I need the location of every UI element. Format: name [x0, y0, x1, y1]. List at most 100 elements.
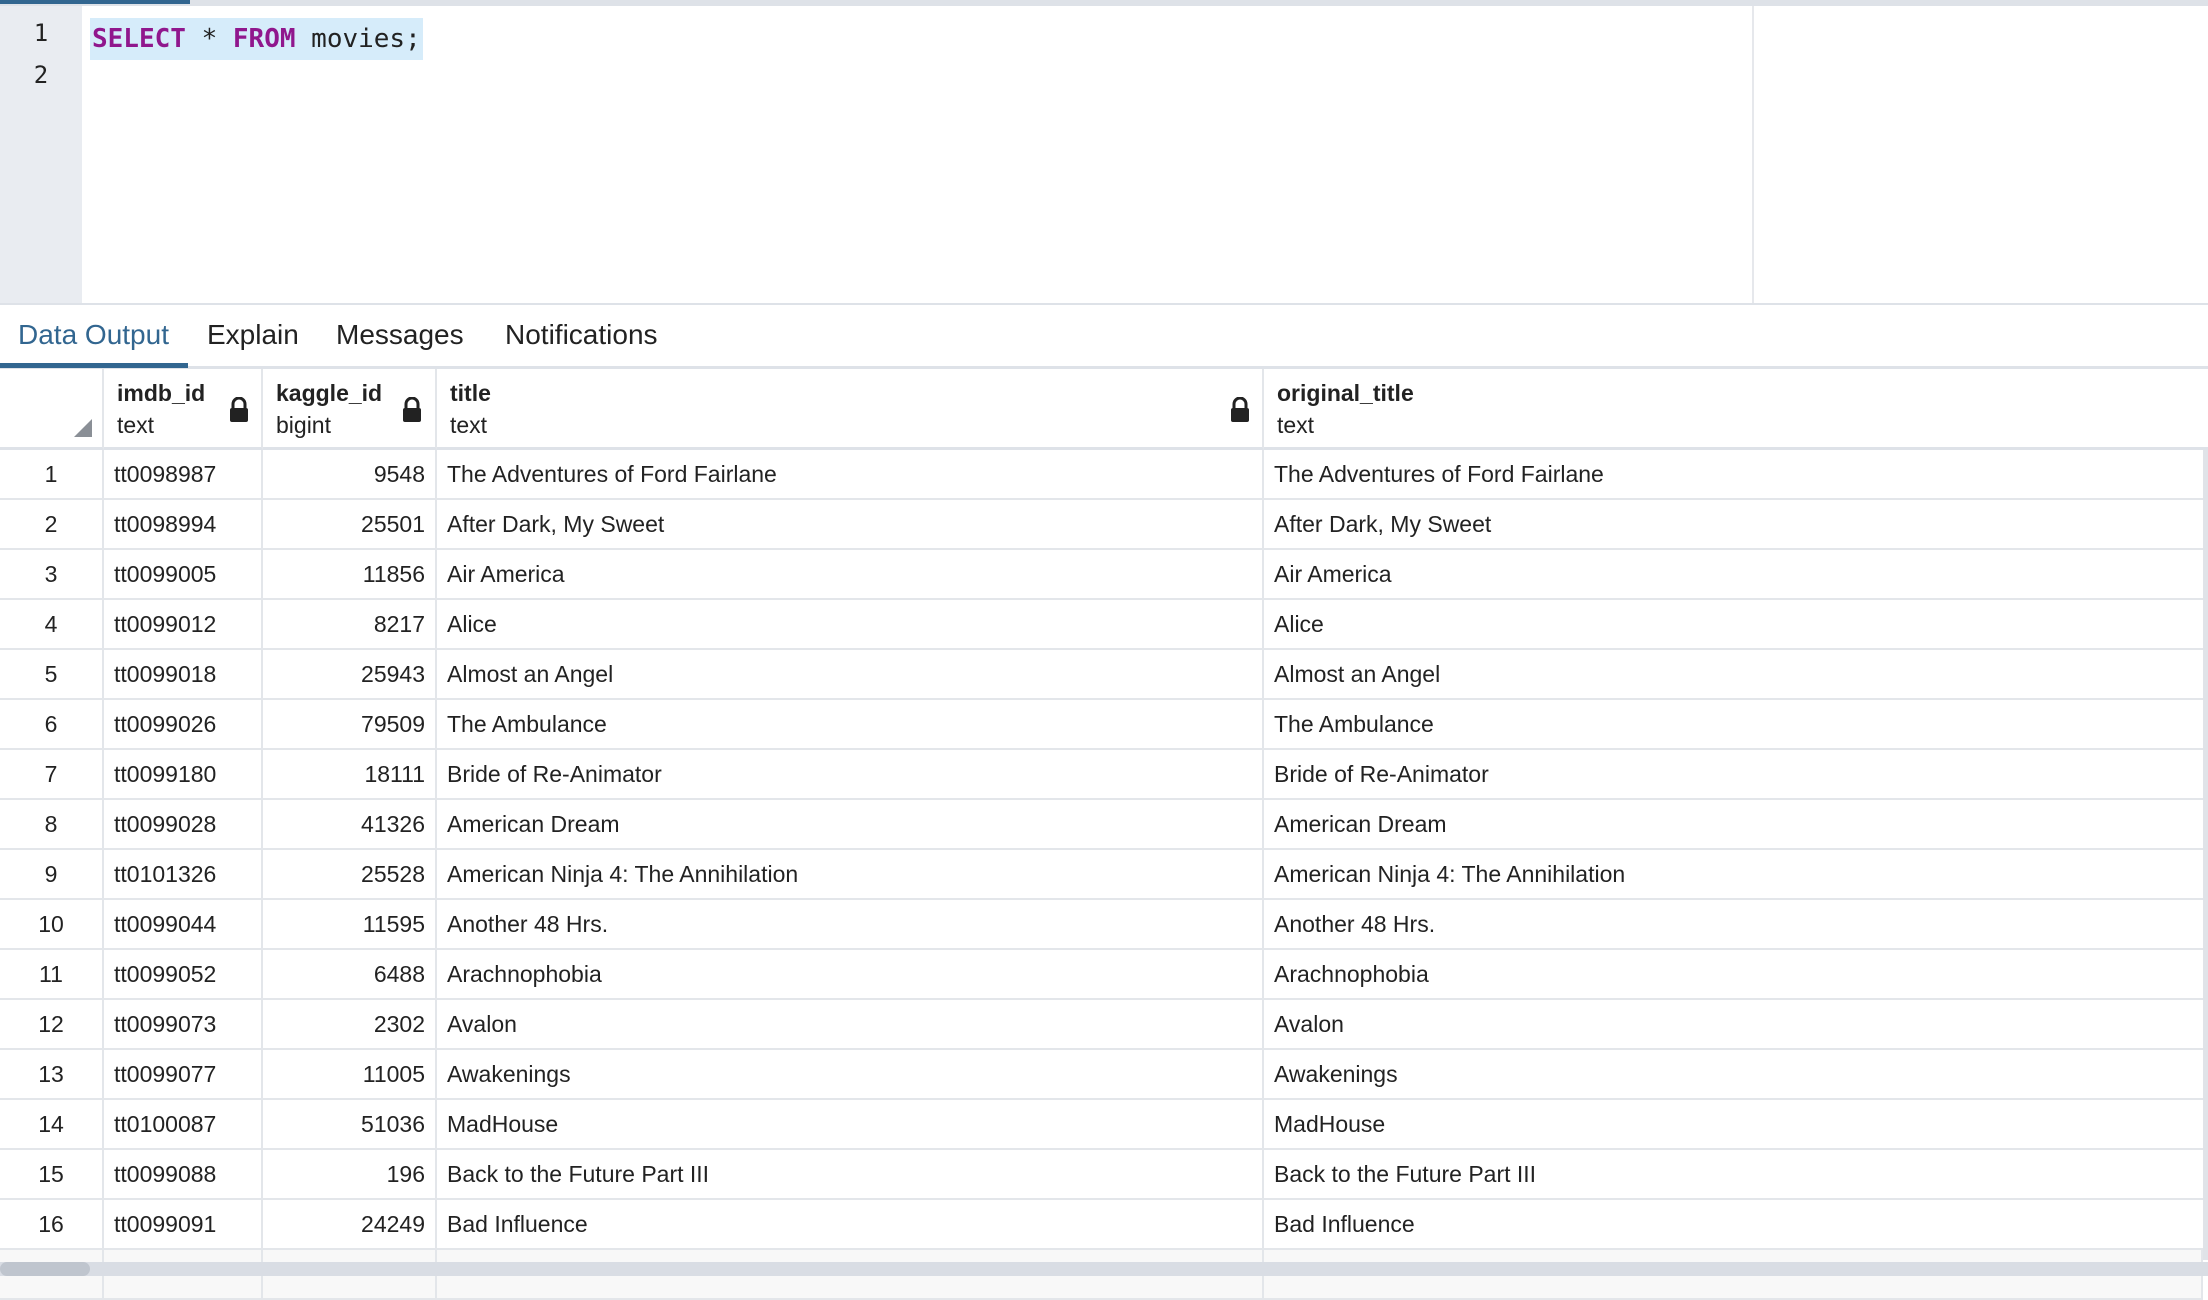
select-all-corner[interactable] — [0, 369, 104, 450]
row-number[interactable]: 4 — [0, 600, 104, 648]
row-number[interactable]: 2 — [0, 500, 104, 548]
table-row[interactable]: 14 tt0100087 51036 MadHouse MadHouse — [0, 1100, 2203, 1150]
cell-imdb-id[interactable]: tt0099005 — [104, 550, 263, 598]
row-number[interactable]: 14 — [0, 1100, 104, 1148]
column-header-imdb-id[interactable]: imdb_id text — [104, 369, 263, 450]
cell-original-title[interactable]: The Adventures of Ford Fairlane — [1264, 450, 2203, 498]
tab-notifications[interactable]: Notifications — [505, 319, 658, 351]
cell-imdb-id[interactable]: tt0099073 — [104, 1000, 263, 1048]
row-number[interactable]: 13 — [0, 1050, 104, 1098]
cell-original-title[interactable]: Alice — [1264, 600, 2203, 648]
cell-title[interactable]: Air America — [437, 550, 1264, 598]
table-row[interactable]: 16 tt0099091 24249 Bad Influence Bad Influen… — [0, 1200, 2203, 1250]
cell-original-title[interactable]: The Ambulance — [1264, 700, 2203, 748]
row-number[interactable]: 5 — [0, 650, 104, 698]
cell-imdb-id[interactable]: tt0101326 — [104, 850, 263, 898]
cell-title[interactable]: American Ninja 4: The Annihilation — [437, 850, 1264, 898]
cell-kaggle-id[interactable]: 25943 — [263, 650, 437, 698]
row-number[interactable]: 12 — [0, 1000, 104, 1048]
cell-kaggle-id[interactable]: 8217 — [263, 600, 437, 648]
row-number[interactable]: 6 — [0, 700, 104, 748]
cell-title[interactable]: Bride of Re-Animator — [437, 750, 1264, 798]
cell-original-title[interactable]: Bad Influence — [1264, 1200, 2203, 1248]
row-number[interactable]: 7 — [0, 750, 104, 798]
cell-title[interactable]: American Dream — [437, 800, 1264, 848]
cell-kaggle-id[interactable]: 25501 — [263, 500, 437, 548]
cell-imdb-id[interactable]: tt0099044 — [104, 900, 263, 948]
cell-original-title[interactable]: American Ninja 4: The Annihilation — [1264, 850, 2203, 898]
table-row[interactable]: 11 tt0099052 6488 Arachnophobia Arachnophobi… — [0, 950, 2203, 1000]
cell-title[interactable]: Arachnophobia — [437, 950, 1264, 998]
table-row[interactable]: 7 tt0099180 18111 Bride of Re-Animator Bride… — [0, 750, 2203, 800]
row-number[interactable]: 1 — [0, 450, 104, 498]
cell-original-title[interactable]: Awakenings — [1264, 1050, 2203, 1098]
cell-original-title[interactable]: Avalon — [1264, 1000, 2203, 1048]
cell-kaggle-id[interactable]: 9548 — [263, 450, 437, 498]
table-row[interactable]: 6 tt0099026 79509 The Ambulance The Ambulanc… — [0, 700, 2203, 750]
horizontal-scrollbar[interactable] — [0, 1262, 2208, 1276]
row-number[interactable]: 16 — [0, 1200, 104, 1248]
cell-imdb-id[interactable]: tt0099028 — [104, 800, 263, 848]
row-number[interactable]: 10 — [0, 900, 104, 948]
table-row[interactable]: 15 tt0099088 196 Back to the Future Part II… — [0, 1150, 2203, 1200]
row-number[interactable]: 11 — [0, 950, 104, 998]
cell-imdb-id[interactable]: tt0098994 — [104, 500, 263, 548]
cell-kaggle-id[interactable]: 11005 — [263, 1050, 437, 1098]
table-row[interactable]: 8 tt0099028 41326 American Dream American Dr… — [0, 800, 2203, 850]
table-row[interactable]: 4 tt0099012 8217 Alice Alice — [0, 600, 2203, 650]
cell-title[interactable]: Another 48 Hrs. — [437, 900, 1264, 948]
cell-title[interactable]: Avalon — [437, 1000, 1264, 1048]
sql-query-line[interactable]: SELECT * FROM movies; — [90, 18, 423, 60]
cell-original-title[interactable]: Back to the Future Part III — [1264, 1150, 2203, 1198]
row-number[interactable]: 9 — [0, 850, 104, 898]
tab-messages[interactable]: Messages — [336, 319, 464, 351]
cell-imdb-id[interactable]: tt0100087 — [104, 1100, 263, 1148]
cell-original-title[interactable]: Almost an Angel — [1264, 650, 2203, 698]
row-number[interactable]: 3 — [0, 550, 104, 598]
cell-original-title[interactable]: Arachnophobia — [1264, 950, 2203, 998]
cell-imdb-id[interactable]: tt0099088 — [104, 1150, 263, 1198]
cell-title[interactable]: Bad Influence — [437, 1200, 1264, 1248]
cell-original-title[interactable]: Bride of Re-Animator — [1264, 750, 2203, 798]
column-header-original-title[interactable]: original_title text — [1264, 369, 2208, 450]
cell-kaggle-id[interactable]: 24249 — [263, 1200, 437, 1248]
cell-kaggle-id[interactable]: 41326 — [263, 800, 437, 848]
cell-original-title[interactable]: Air America — [1264, 550, 2203, 598]
cell-imdb-id[interactable]: tt0099077 — [104, 1050, 263, 1098]
cell-imdb-id[interactable]: tt0099018 — [104, 650, 263, 698]
cell-kaggle-id[interactable]: 6488 — [263, 950, 437, 998]
cell-kaggle-id[interactable]: 11856 — [263, 550, 437, 598]
cell-kaggle-id[interactable]: 51036 — [263, 1100, 437, 1148]
cell-title[interactable]: Back to the Future Part III — [437, 1150, 1264, 1198]
cell-kaggle-id[interactable]: 11595 — [263, 900, 437, 948]
row-number[interactable]: 8 — [0, 800, 104, 848]
cell-original-title[interactable]: American Dream — [1264, 800, 2203, 848]
cell-kaggle-id[interactable]: 2302 — [263, 1000, 437, 1048]
cell-kaggle-id[interactable]: 18111 — [263, 750, 437, 798]
vertical-scrollbar[interactable] — [2203, 450, 2208, 1260]
table-row[interactable]: 9 tt0101326 25528 American Ninja 4: The Ann… — [0, 850, 2203, 900]
cell-kaggle-id[interactable]: 196 — [263, 1150, 437, 1198]
tab-data-output[interactable]: Data Output — [18, 319, 169, 351]
scrollbar-thumb[interactable] — [0, 1262, 90, 1276]
cell-title[interactable]: Almost an Angel — [437, 650, 1264, 698]
sql-editor[interactable]: 1 2 SELECT * FROM movies; — [0, 6, 2208, 305]
table-row[interactable]: 5 tt0099018 25943 Almost an Angel Almost an … — [0, 650, 2203, 700]
cell-title[interactable]: After Dark, My Sweet — [437, 500, 1264, 548]
cell-original-title[interactable]: Another 48 Hrs. — [1264, 900, 2203, 948]
cell-title[interactable]: Alice — [437, 600, 1264, 648]
cell-title[interactable]: The Adventures of Ford Fairlane — [437, 450, 1264, 498]
cell-kaggle-id[interactable]: 25528 — [263, 850, 437, 898]
cell-kaggle-id[interactable]: 79509 — [263, 700, 437, 748]
cell-imdb-id[interactable]: tt0099026 — [104, 700, 263, 748]
cell-original-title[interactable]: After Dark, My Sweet — [1264, 500, 2203, 548]
cell-imdb-id[interactable]: tt0099052 — [104, 950, 263, 998]
table-row[interactable]: 3 tt0099005 11856 Air America Air America — [0, 550, 2203, 600]
cell-title[interactable]: MadHouse — [437, 1100, 1264, 1148]
row-number[interactable]: 15 — [0, 1150, 104, 1198]
column-header-kaggle-id[interactable]: kaggle_id bigint — [263, 369, 437, 450]
table-row[interactable]: 13 tt0099077 11005 Awakenings Awakenings — [0, 1050, 2203, 1100]
cell-title[interactable]: The Ambulance — [437, 700, 1264, 748]
cell-original-title[interactable]: MadHouse — [1264, 1100, 2203, 1148]
cell-imdb-id[interactable]: tt0099091 — [104, 1200, 263, 1248]
